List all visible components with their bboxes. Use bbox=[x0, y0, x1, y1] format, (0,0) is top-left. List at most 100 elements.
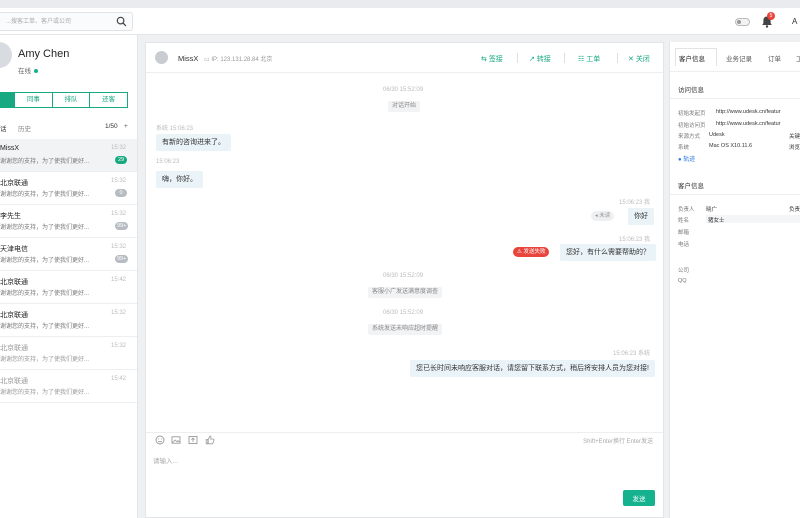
conversation-item[interactable]: 北京联通谢谢您的支持，为了使我们更好... 15:32 0 bbox=[0, 172, 137, 205]
qq-field[interactable] bbox=[706, 277, 800, 285]
send-button[interactable]: 发送 bbox=[623, 490, 655, 506]
left-sidebar: Amy Chen 在线 同事 排队 还客 话 历史 1/50 + MissX 谢谢… bbox=[0, 35, 138, 518]
field-label: 初始发起页 bbox=[678, 111, 706, 117]
field-label: 负责人 bbox=[678, 207, 695, 213]
emoji-icon[interactable] bbox=[155, 435, 165, 445]
send-failed-tag[interactable]: ⚠ 发送失败 bbox=[513, 247, 550, 257]
notification-badge: 5 bbox=[767, 12, 775, 20]
tab-orders[interactable]: 订单 bbox=[768, 53, 781, 63]
field-label: 电话 bbox=[678, 242, 690, 248]
system-note: 客服小广发送满意度调查 bbox=[368, 287, 443, 298]
tab-business-records[interactable]: 业务记录 bbox=[726, 53, 752, 63]
file-upload-icon[interactable] bbox=[188, 435, 198, 445]
search-input[interactable] bbox=[0, 13, 112, 30]
customer-name: MissX bbox=[178, 54, 199, 63]
subtab-current[interactable]: 话 bbox=[0, 123, 7, 133]
unread-badge: 99+ bbox=[115, 255, 129, 263]
field-label: 负责 bbox=[789, 207, 800, 213]
conversation-item[interactable]: 天津电信谢谢您的支持，为了使我们更好... 15:32 99+ bbox=[0, 238, 137, 271]
invite-button[interactable]: ↗ 转接 bbox=[529, 54, 551, 64]
conversation-item[interactable]: 北京联通谢谢您的支持，为了使我们更好... 15:32 bbox=[0, 304, 137, 337]
conversation-name: 李先生 bbox=[0, 213, 21, 220]
info-tabs: 客户信息 业务记录 订单 工 bbox=[670, 42, 800, 72]
online-dot bbox=[34, 69, 38, 74]
conversation-item[interactable]: 北京联通谢谢您的支持，为了使我们更好... 15:42 bbox=[0, 370, 137, 403]
phone-field[interactable] bbox=[706, 239, 800, 247]
owner-value[interactable]: 晓广 bbox=[706, 205, 717, 213]
subtab-history[interactable]: 历史 bbox=[18, 123, 31, 133]
field-label: 浏览 bbox=[789, 145, 800, 151]
tab-customer-info[interactable]: 客户信息 bbox=[679, 53, 705, 63]
conversation-item[interactable]: 北京联通 谢谢您的支持，为了使我们更好... 15:32 bbox=[0, 337, 137, 370]
tab-queue[interactable]: 排队 bbox=[51, 93, 90, 107]
search-icon[interactable] bbox=[116, 16, 127, 27]
track-link[interactable]: ● 轨迹 bbox=[678, 154, 695, 163]
conversation-item[interactable]: MissX 谢谢您的支持，为了使我们更好... 15:32 29 bbox=[0, 139, 137, 172]
conversation-time: 15:32 bbox=[111, 244, 127, 250]
status-toggle[interactable] bbox=[735, 18, 750, 26]
transfer-icon: ⇆ bbox=[481, 56, 489, 63]
close-icon: ✕ bbox=[628, 56, 636, 63]
system-note: 对话开始 bbox=[388, 101, 421, 112]
message-input[interactable]: 请输入... bbox=[153, 455, 178, 465]
conversation-name: 北京联通 bbox=[0, 180, 28, 187]
message-bubble-agent: 您好，有什么需要帮助的？ bbox=[560, 244, 656, 261]
conversation-name: 北京联通 bbox=[0, 312, 28, 319]
message-bubble-agent: 你好 bbox=[628, 208, 654, 225]
chat-header: MissX ▭ IP: 123.131.28.84 北京 ⇆ 签接 ↗ 转接 ☷… bbox=[146, 43, 663, 73]
search-box bbox=[0, 12, 133, 31]
conversation-name: MissX bbox=[0, 145, 20, 152]
transfer-button[interactable]: ⇆ 签接 bbox=[481, 54, 503, 64]
field-value: http://www.udesk.cn/featur bbox=[716, 109, 781, 115]
divider bbox=[517, 53, 518, 63]
conversation-count: 1/50 bbox=[105, 123, 118, 130]
conversation-time: 15:32 bbox=[111, 310, 127, 316]
tab-colleagues[interactable]: 同事 bbox=[14, 93, 52, 107]
ticket-label: 工单 bbox=[586, 56, 601, 63]
conversation-preview: 谢谢您的支持，为了使我们更好... bbox=[0, 324, 90, 330]
thumbs-up-icon[interactable] bbox=[205, 435, 215, 445]
conversation-item[interactable]: 李先生 谢谢您的支持，为了使我们更好... 15:32 99+ bbox=[0, 205, 137, 238]
timestamp: 06/30 15:52:09 bbox=[383, 273, 424, 279]
conversation-name: 北京联通 bbox=[0, 378, 28, 385]
conversation-time: 15:32 bbox=[111, 178, 127, 184]
image-icon[interactable] bbox=[171, 435, 181, 445]
conversation-name: 天津电信 bbox=[0, 246, 28, 253]
visit-info-title: 访问信息 bbox=[678, 87, 704, 94]
ticket-button[interactable]: ☷ 工单 bbox=[578, 54, 600, 64]
conversation-preview: 谢谢您的支持，为了使我们更好... bbox=[0, 192, 90, 198]
timestamp: 15:06:23 bbox=[156, 159, 180, 165]
agent-status[interactable]: 在线 bbox=[18, 65, 38, 75]
company-field[interactable] bbox=[706, 265, 800, 273]
conversation-time: 15:32 bbox=[111, 343, 127, 349]
chat-panel: MissX ▭ IP: 123.131.28.84 北京 ⇆ 签接 ↗ 转接 ☷… bbox=[145, 42, 664, 518]
timestamp: 15:06:23 我 bbox=[619, 200, 651, 206]
field-label: 邮箱 bbox=[678, 230, 690, 236]
conversation-preview: 谢谢您的支持，为了使我们更好... bbox=[0, 390, 90, 396]
user-menu[interactable]: A bbox=[792, 17, 797, 26]
message-bubble-customer: 嗨，你好。 bbox=[156, 171, 203, 188]
top-strip bbox=[0, 0, 800, 8]
ticket-icon: ☷ bbox=[578, 56, 587, 63]
unread-badge: 0 bbox=[115, 189, 127, 197]
close-label: 关闭 bbox=[635, 56, 650, 63]
ip-text: IP: 123.131.28.84 北京 bbox=[211, 57, 273, 63]
email-field[interactable] bbox=[706, 227, 800, 235]
field-label: QQ bbox=[678, 278, 687, 284]
tab-tickets[interactable]: 工 bbox=[796, 53, 800, 63]
customer-info-title: 客户信息 bbox=[678, 183, 704, 190]
conversation-preview: 谢谢您的支持，为了使我们更好... bbox=[0, 258, 90, 264]
conversation-preview: 谢谢您的支持，为了使我们更好... bbox=[0, 357, 90, 363]
add-icon[interactable]: + bbox=[124, 123, 128, 130]
field-value: Mac OS X10.11.6 bbox=[709, 143, 753, 149]
conversation-time: 15:32 bbox=[111, 145, 127, 151]
sub-tabs: 话 历史 1/50 + bbox=[0, 123, 138, 135]
right-panel: 客户信息 业务记录 订单 工 访问信息 初始发起页 http://www.ude… bbox=[669, 42, 800, 518]
close-button[interactable]: ✕ 关闭 bbox=[628, 54, 650, 64]
conversation-preview: 谢谢您的支持，为了使我们更好... bbox=[0, 159, 90, 165]
conversation-time: 15:42 bbox=[111, 376, 127, 382]
agent-avatar[interactable] bbox=[0, 42, 12, 68]
tab-mine[interactable] bbox=[0, 93, 14, 107]
conversation-item[interactable]: 北京联通 谢谢您的支持，为了使我们更好... 15:42 bbox=[0, 271, 137, 304]
tab-returning[interactable]: 还客 bbox=[89, 93, 128, 107]
